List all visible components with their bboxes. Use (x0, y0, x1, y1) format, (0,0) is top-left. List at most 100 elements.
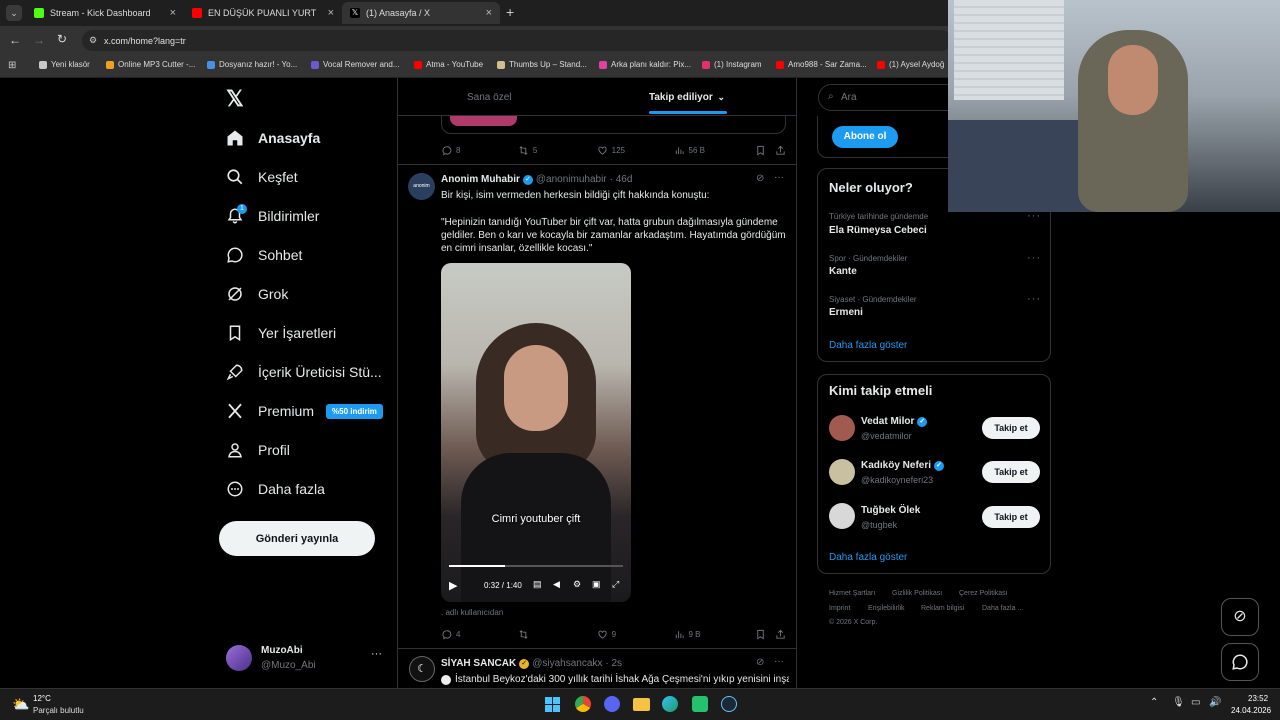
like-button[interactable]: 9 (597, 629, 674, 640)
bookmark[interactable]: Thumbs Up – Stand... (497, 60, 587, 69)
weather-temp[interactable]: 12°C (33, 694, 51, 703)
bookmark-button[interactable] (755, 145, 775, 156)
footer-link[interactable]: Imprint (829, 605, 850, 612)
nav-profile[interactable]: Profil (226, 435, 290, 465)
views-button[interactable]: 56 B (674, 145, 756, 156)
tweet-author[interactable]: SİYAH SANCAK (441, 658, 516, 669)
browser-tab-youtube[interactable]: EN DÜŞÜK PUANLI YURT DIŞI T × (184, 2, 342, 24)
video-source[interactable]: . adlı kullanıcıdan (441, 608, 503, 617)
repost-button[interactable]: 5 (518, 145, 597, 156)
messages-floating-button[interactable] (1221, 643, 1259, 681)
tweet-author[interactable]: Anonim Muhabir (441, 174, 520, 185)
nav-bookmarks[interactable]: Yer İşaretleri (226, 318, 336, 348)
grok-icon[interactable]: ⊘ (756, 657, 764, 668)
tweet-time[interactable]: · 2s (605, 658, 622, 669)
nav-chat[interactable]: Sohbet (226, 240, 302, 270)
browser-tab-x[interactable]: 𝕏 (1) Anasayfa / X × (342, 2, 500, 24)
avatar[interactable] (829, 459, 855, 485)
like-button[interactable]: 125 (597, 145, 674, 156)
close-icon[interactable]: × (328, 7, 334, 19)
trend-title[interactable]: Ela Rümeysa Cebeci (829, 225, 927, 236)
grok-floating-button[interactable]: ⊘ (1221, 598, 1259, 636)
tweet-handle[interactable]: @siyahsancakx (532, 658, 602, 669)
bookmark[interactable]: Dosyanız hazır! - Yo... (207, 60, 297, 69)
views-button[interactable]: 9 B (674, 629, 756, 640)
footer-link[interactable]: Reklam bilgisi (921, 605, 964, 612)
new-tab-button[interactable]: + (506, 4, 514, 20)
more-icon[interactable]: ··· (774, 656, 784, 667)
app-taskbar-icon[interactable] (692, 696, 708, 712)
browser-tab-kick[interactable]: Stream - Kick Dashboard × (26, 2, 184, 24)
back-icon[interactable]: ← (9, 33, 21, 47)
bookmark[interactable]: Atma - YouTube (414, 60, 483, 69)
subscribe-button[interactable]: Abone ol (832, 126, 898, 148)
bookmark[interactable]: Online MP3 Cutter -... (106, 60, 195, 69)
follow-button[interactable]: Takip et (982, 506, 1040, 528)
tab-search-button[interactable]: ⌄ (6, 5, 22, 21)
follow-button[interactable]: Takip et (982, 461, 1040, 483)
reply-button[interactable]: 8 (441, 145, 518, 156)
apps-icon[interactable]: ⊞ (8, 60, 16, 71)
bookmark[interactable]: (1) Aysel Aydoğ (877, 60, 944, 69)
avatar[interactable] (829, 503, 855, 529)
previous-media-card[interactable] (441, 116, 786, 134)
suggestion-name[interactable]: Tuğbek Ölek (861, 505, 920, 516)
mic-icon[interactable]: 🎙 (1172, 697, 1185, 708)
edge-taskbar-icon[interactable] (662, 696, 678, 712)
discord-taskbar-icon[interactable] (604, 696, 620, 712)
nav-more[interactable]: Daha fazla (226, 474, 325, 504)
nav-explore[interactable]: Keşfet (226, 162, 298, 192)
nav-grok[interactable]: Grok (226, 279, 288, 309)
footer-link[interactable]: Hizmet Şartları (829, 590, 875, 597)
windows-start-icon[interactable] (545, 697, 560, 712)
tweet-time[interactable]: · 46d (610, 174, 633, 185)
tweet-handle[interactable]: @anonimuhabir (536, 174, 607, 185)
footer-link[interactable]: Erişilebilirlik (868, 605, 905, 612)
more-icon[interactable]: ··· (774, 172, 784, 183)
trend-title[interactable]: Kante (829, 266, 857, 277)
grok-icon[interactable]: ⊘ (756, 173, 764, 184)
captions-icon[interactable]: ▤ (533, 579, 542, 590)
share-button[interactable] (775, 145, 786, 156)
repost-button[interactable] (518, 629, 597, 640)
settings-icon[interactable]: ⚙ (573, 579, 581, 590)
close-icon[interactable]: × (486, 7, 492, 19)
tweet-avatar[interactable]: ☾ (409, 656, 435, 682)
x-logo-icon[interactable]: 𝕏 (226, 86, 244, 112)
volume-icon[interactable]: 🔊 (1209, 697, 1221, 708)
more-icon[interactable]: ··· (1027, 252, 1041, 264)
show-more-link[interactable]: Daha fazla göster (829, 552, 907, 563)
more-icon[interactable]: ··· (1027, 293, 1041, 305)
footer-link[interactable]: Çerez Politikası (959, 590, 1008, 597)
chrome-taskbar-icon[interactable] (575, 696, 591, 712)
bookmark-button[interactable] (755, 629, 775, 640)
avatar[interactable] (829, 415, 855, 441)
bookmark[interactable]: Arka planı kaldır: Pix... (599, 60, 691, 69)
weather-icon[interactable]: ⛅ (12, 696, 29, 713)
reply-button[interactable]: 4 (441, 629, 518, 640)
share-button[interactable] (775, 629, 786, 640)
bookmark[interactable]: Amo988 - Sar Zama... (776, 60, 867, 69)
feed-tab-for-you[interactable]: Sana özel (467, 92, 511, 103)
weather-desc[interactable]: Parçalı bulutlu (33, 706, 84, 715)
play-icon[interactable]: ▶ (449, 579, 457, 592)
folder-taskbar-icon[interactable] (633, 698, 650, 711)
fullscreen-icon[interactable]: ⤢ (612, 579, 619, 590)
volume-icon[interactable]: ◀ (553, 579, 560, 590)
nav-home[interactable]: Anasayfa (226, 123, 320, 153)
clock-date[interactable]: 24.04.2026 (1231, 706, 1271, 715)
forward-icon[interactable]: → (33, 33, 45, 47)
post-button[interactable]: Gönderi yayınla (219, 521, 375, 556)
account-switcher[interactable]: MuzoAbi @Muzo_Abi ··· (226, 643, 386, 675)
nav-creator-studio[interactable]: İçerik Üreticisi Stü... (226, 357, 382, 387)
close-icon[interactable]: × (170, 7, 176, 19)
tweet-avatar[interactable]: anonim (408, 173, 435, 200)
reload-icon[interactable]: ↻ (57, 32, 67, 46)
bookmark[interactable]: Yeni klasör (39, 60, 90, 69)
feed-tab-following[interactable]: Takip ediliyor ⌄ (649, 92, 725, 103)
clock-time[interactable]: 23:52 (1248, 694, 1268, 703)
url-field[interactable]: ⚙ x.com/home?lang=tr (82, 30, 952, 51)
tray-chevron-icon[interactable]: ⌃ (1150, 697, 1158, 708)
site-info-icon[interactable]: ⚙ (89, 35, 97, 46)
show-more-link[interactable]: Daha fazla göster (829, 340, 907, 351)
